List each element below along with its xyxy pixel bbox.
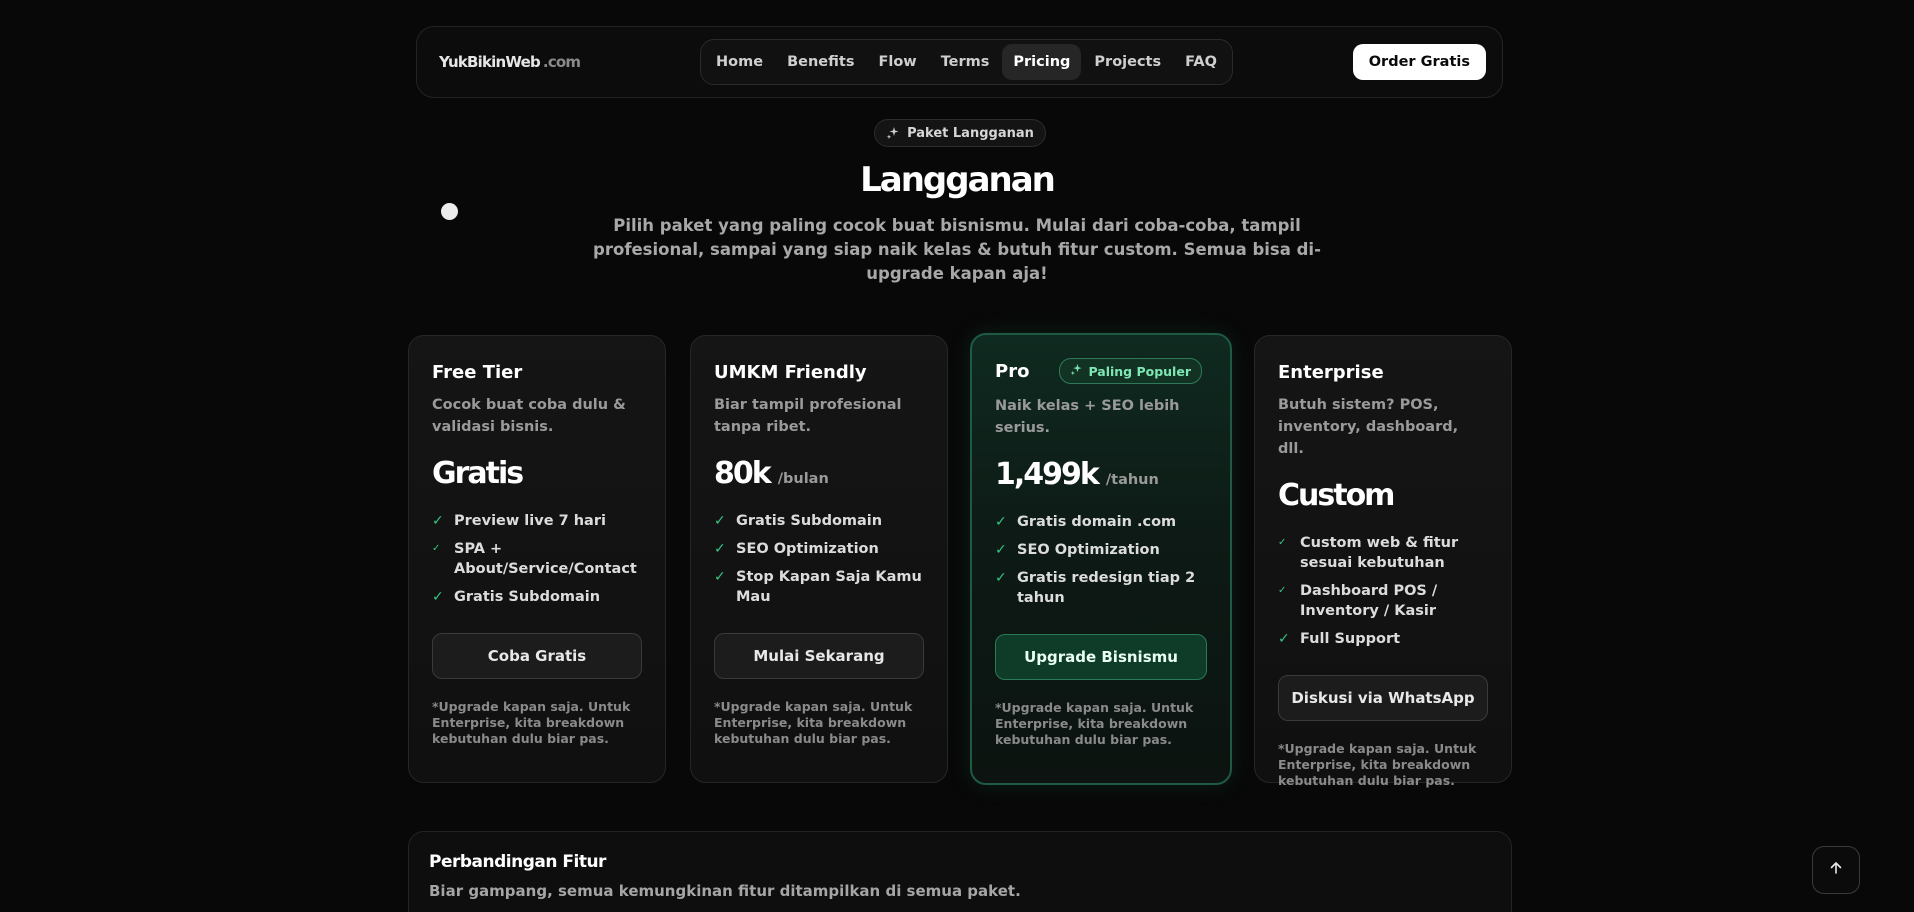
comparison-title: Perbandingan Fitur [429,852,606,872]
check-icon: ✓ [1278,537,1287,548]
diskusi-whatsapp-button[interactable]: Diskusi via WhatsApp [1278,675,1488,721]
plan-note: *Upgrade kapan saja. Untuk Enterprise, k… [432,699,631,746]
plan-header: Enterprise [1278,358,1488,386]
plan-price: 80k [714,456,772,491]
check-icon: ✓ [432,543,441,554]
nav-item-flow[interactable]: Flow [867,44,927,80]
nav-item-terms[interactable]: Terms [930,44,1001,80]
plan-card-enterprise: Enterprise Butuh sistem? POS, inventory,… [1254,335,1512,788]
plan-price-row: 80k /bulan [714,456,924,491]
plan-period: /bulan [777,471,829,487]
upgrade-bisnismu-button[interactable]: Upgrade Bisnismu [995,634,1207,680]
list-item: ✓ Preview live 7 hari [432,513,606,529]
section-badge-label: Paket Langganan [907,125,1034,141]
list-item: ✓ SPA + About/Service/Contact [432,541,637,577]
list-item: ✓ Gratis redesign tiap 2 tahun [995,570,1196,606]
plan-price-row: Custom [1278,478,1488,513]
nav-item-benefits[interactable]: Benefits [776,44,865,80]
arrow-up-icon [1828,860,1844,880]
plan-description: Biar tampil profesional tanpa ribet. [714,397,902,435]
list-item: ✓ Custom web & fitur sesuai kebutuhan [1278,535,1459,571]
nav-item-pricing[interactable]: Pricing [1002,44,1082,80]
plan-description: Naik kelas + SEO lebih serius. [995,398,1180,436]
plan-note: *Upgrade kapan saja. Untuk Enterprise, k… [714,699,913,746]
plan-note: *Upgrade kapan saja. Untuk Enterprise, k… [995,700,1194,747]
nav-item-projects[interactable]: Projects [1083,44,1172,80]
plan-name: Enterprise [1278,361,1384,383]
popular-badge-label: Paling Populer [1088,363,1191,379]
sparkle-icon [1070,363,1083,379]
plan-price-row: 1,499k /tahun [995,457,1207,492]
page-title: Langganan [860,160,1056,200]
check-icon: ✓ [1278,585,1287,596]
list-item: ✓ Full Support [1278,631,1401,647]
feature-comparison: Perbandingan Fitur Biar gampang, semua k… [408,831,1512,912]
plan-description: Cocok buat coba dulu & validasi bisnis. [432,397,626,435]
plan-name: Free Tier [432,361,523,383]
plan-note: *Upgrade kapan saja. Untuk Enterprise, k… [1278,741,1477,788]
plan-price-row: Gratis [432,456,642,491]
check-icon: ✓ [995,514,1007,530]
plan-period: /tahun [1105,472,1159,488]
list-item: ✓ SEO Optimization [995,542,1160,558]
check-icon: ✓ [1278,631,1290,647]
check-icon: ✓ [714,541,726,557]
plan-features: ✓ Gratis Subdomain ✓ SEO Optimization ✓ Sto… [714,511,924,607]
cursor-dot [441,203,458,220]
logo-main: YukBikinWeb [439,53,541,71]
plan-card-pro: Pro Paling Populer Naik kelas + SEO lebi… [970,333,1232,785]
check-icon: ✓ [432,513,444,529]
list-item: ✓ Gratis Subdomain [432,589,601,605]
plan-price: Custom [1278,478,1395,513]
plan-description: Butuh sistem? POS, inventory, dashboard,… [1278,397,1459,457]
list-item: ✓ SEO Optimization [714,541,879,557]
list-item: ✓ Gratis Subdomain [714,513,883,529]
list-item: ✓ Gratis domain .com [995,514,1177,530]
plan-price: 1,499k [995,457,1100,492]
comparison-subtitle: Biar gampang, semua kemungkinan fitur di… [429,882,1021,900]
section-badge: Paket Langganan [874,119,1046,147]
plan-name: Pro [995,360,1030,382]
list-item: ✓ Stop Kapan Saja Kamu Mau [714,569,922,605]
plan-card-free-tier: Free Tier Cocok buat coba dulu & validas… [408,335,666,783]
plan-features: ✓ Custom web & fitur sesuai kebutuhan ✓ Da… [1278,533,1488,649]
list-item: ✓ Dashboard POS / Inventory / Kasir [1278,583,1438,619]
nav-item-faq[interactable]: FAQ [1174,44,1228,80]
scroll-top-button[interactable] [1812,846,1860,894]
check-icon: ✓ [995,570,1007,586]
check-icon: ✓ [714,569,726,585]
sparkle-icon [886,126,900,140]
plan-name: UMKM Friendly [714,361,867,383]
plan-card-umkm-friendly: UMKM Friendly Biar tampil profesional ta… [690,335,948,783]
nav-menu: Home Benefits Flow Terms Pricing Project… [700,39,1233,85]
logo-ext: .com [542,53,581,71]
plan-header: Free Tier [432,358,642,386]
plan-header: UMKM Friendly [714,358,924,386]
coba-gratis-button[interactable]: Coba Gratis [432,633,642,679]
plan-price: Gratis [432,456,524,491]
logo[interactable]: YukBikinWeb .com [439,53,581,71]
page-subtitle: Pilih paket yang paling cocok buat bisni… [593,216,1321,283]
check-icon: ✓ [995,542,1007,558]
popular-badge: Paling Populer [1059,358,1202,384]
navbar: YukBikinWeb .com Home Benefits Flow Terms… [416,26,1503,98]
order-gratis-button[interactable]: Order Gratis [1352,44,1486,80]
plan-features: ✓ Gratis domain .com ✓ SEO Optimization ✓ G… [995,512,1207,608]
nav-item-home[interactable]: Home [705,44,774,80]
plan-header: Pro Paling Populer [995,357,1207,385]
check-icon: ✓ [432,589,444,605]
check-icon: ✓ [714,513,726,529]
mulai-sekarang-button[interactable]: Mulai Sekarang [714,633,924,679]
plan-features: ✓ Preview live 7 hari ✓ SPA + About/Servic… [432,511,642,607]
